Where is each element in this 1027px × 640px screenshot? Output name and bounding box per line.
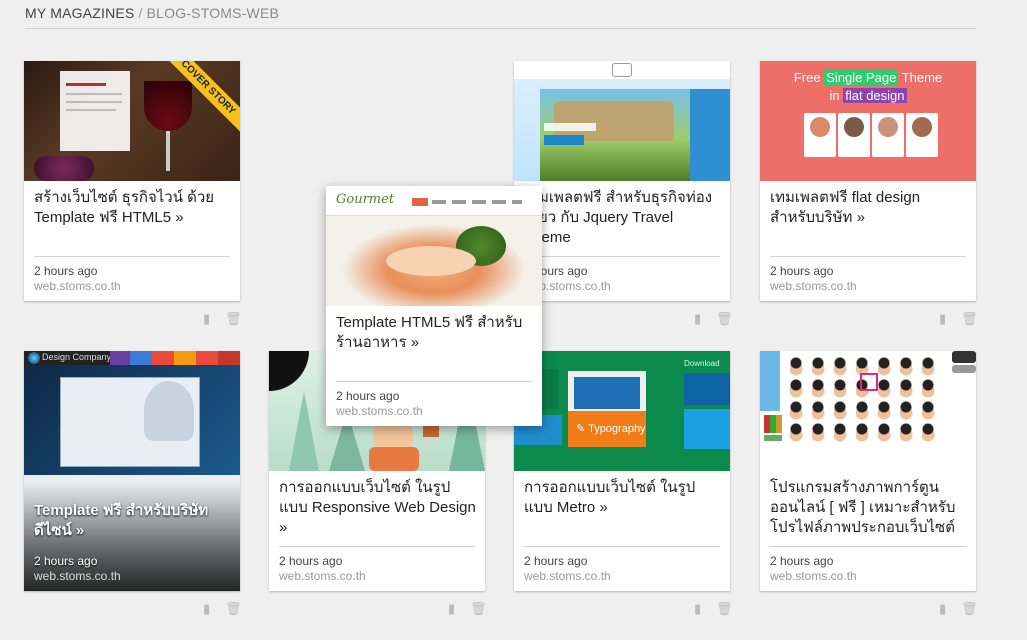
card-source[interactable]: web.stoms.co.th: [336, 404, 423, 418]
card-divider: [524, 256, 720, 257]
card-actions: ▮ 🗑: [694, 601, 734, 617]
card-time: 2 hours ago: [770, 264, 834, 278]
card-thumbnail: [760, 351, 976, 471]
card-actions: ▮ 🗑: [939, 311, 979, 327]
card-time: 2 hours ago: [524, 554, 588, 568]
breadcrumb-root[interactable]: MY MAGAZINES: [25, 5, 135, 21]
card-thumbnail: COVER STORY: [24, 61, 240, 181]
card-source[interactable]: web.stoms.co.th: [34, 279, 121, 293]
card-title[interactable]: สร้างเว็บไซต์ ธุรกิจไวน์ ด้วย Template ฟ…: [34, 188, 232, 228]
card-thumbnail: [514, 61, 730, 181]
card-thumbnail: Free Single Page Theme in flat design: [760, 61, 976, 181]
card-divider: [770, 546, 966, 547]
reader-icon[interactable]: ▮: [939, 601, 953, 616]
card-time: 2 hours ago: [770, 554, 834, 568]
article-card-metro[interactable]: ✎ Typography Download การออกแบบเว็บไซต์ …: [514, 351, 730, 591]
card-title[interactable]: Template HTML5 ฟรี สำหรับร้านอาหาร »: [336, 313, 534, 353]
card-actions: ▮ 🗑: [694, 311, 734, 327]
reader-icon[interactable]: ▮: [203, 601, 217, 616]
thumb-label: Gourmet: [336, 192, 395, 207]
card-actions: ▮ 🗑: [203, 601, 243, 617]
article-card-design-company[interactable]: Design Company Template ฟรี สำหรับบริษัท…: [24, 351, 240, 591]
thumb-highlight-flat-design: flat design: [843, 88, 907, 103]
card-time: 2 hours ago: [34, 554, 98, 568]
reader-icon[interactable]: ▮: [694, 311, 708, 326]
card-title[interactable]: การออกแบบเว็บไซต์ ในรูปแบบ Responsive We…: [279, 478, 477, 538]
card-time: 2 hours ago: [34, 264, 98, 278]
reader-icon[interactable]: ▮: [448, 601, 462, 616]
card-thumbnail: ✎ Typography Download: [514, 351, 730, 471]
article-card-cartoon[interactable]: โปรแกรมสร้างภาพการ์ตูนออนไลน์ [ ฟรี ] เห…: [760, 351, 976, 591]
card-title[interactable]: การออกแบบเว็บไซต์ ในรูปแบบ Metro »: [524, 478, 722, 518]
card-divider: [336, 381, 532, 382]
tile-typography-label: Typography: [588, 423, 646, 435]
thumb-text-in: in: [829, 88, 840, 103]
card-source[interactable]: web.stoms.co.th: [279, 569, 366, 583]
card-thumbnail: Gourmet: [326, 186, 542, 306]
thumb-label: Design Company: [42, 352, 112, 362]
trash-icon[interactable]: 🗑: [470, 601, 487, 616]
article-card-flat-design[interactable]: Free Single Page Theme in flat design เท…: [760, 61, 976, 301]
thumb-text-free: Free: [793, 70, 821, 85]
trash-icon[interactable]: 🗑: [716, 311, 733, 326]
card-divider: [34, 256, 230, 257]
card-title[interactable]: Template ฟรี สำหรับบริษัท ดีไซน์ »: [34, 501, 232, 541]
card-actions: ▮ 🗑: [203, 311, 243, 327]
trash-icon[interactable]: 🗑: [961, 601, 978, 616]
card-time: 2 hours ago: [279, 554, 343, 568]
trash-icon[interactable]: 🗑: [961, 311, 978, 326]
thumb-highlight-single-page: Single Page: [824, 70, 899, 85]
trash-icon[interactable]: 🗑: [225, 601, 242, 616]
card-divider: [524, 546, 720, 547]
article-card-gourmet-dragging[interactable]: Gourmet Template HTML5 ฟรี สำหรับร้านอาห…: [326, 186, 542, 426]
card-source[interactable]: web.stoms.co.th: [770, 569, 857, 583]
article-card-wine[interactable]: COVER STORY สร้างเว็บไซต์ ธุรกิจไวน์ ด้ว…: [24, 61, 240, 301]
card-source[interactable]: web.stoms.co.th: [34, 569, 121, 583]
article-card-travel[interactable]: เทมเพลตฟรี สำหรับธุรกิจท่องเที่ยว กับ Jq…: [514, 61, 730, 301]
card-source[interactable]: web.stoms.co.th: [524, 569, 611, 583]
card-title[interactable]: เทมเพลตฟรี flat design สำหรับบริษัท »: [770, 188, 968, 228]
card-actions: ▮ 🗑: [448, 601, 488, 617]
thumb-text-theme: Theme: [901, 70, 943, 85]
reader-icon[interactable]: ▮: [203, 311, 217, 326]
reader-icon[interactable]: ▮: [939, 311, 953, 326]
trash-icon[interactable]: 🗑: [225, 311, 242, 326]
tile-download-label: Download: [684, 359, 720, 368]
card-title[interactable]: โปรแกรมสร้างภาพการ์ตูนออนไลน์ [ ฟรี ] เห…: [770, 478, 968, 538]
card-divider: [770, 256, 966, 257]
tile-typography: ✎ Typography: [568, 411, 646, 447]
card-time: 2 hours ago: [336, 389, 400, 403]
trash-icon[interactable]: 🗑: [716, 601, 733, 616]
card-actions: ▮ 🗑: [939, 601, 979, 617]
card-title[interactable]: เทมเพลตฟรี สำหรับธุรกิจท่องเที่ยว กับ Jq…: [524, 188, 722, 248]
card-divider: [279, 546, 475, 547]
breadcrumb-current: BLOG-STOMS-WEB: [146, 5, 280, 21]
breadcrumb-separator: /: [138, 5, 143, 21]
reader-icon[interactable]: ▮: [694, 601, 708, 616]
breadcrumb: MY MAGAZINES / BLOG-STOMS-WEB: [25, 5, 976, 29]
card-source[interactable]: web.stoms.co.th: [770, 279, 857, 293]
